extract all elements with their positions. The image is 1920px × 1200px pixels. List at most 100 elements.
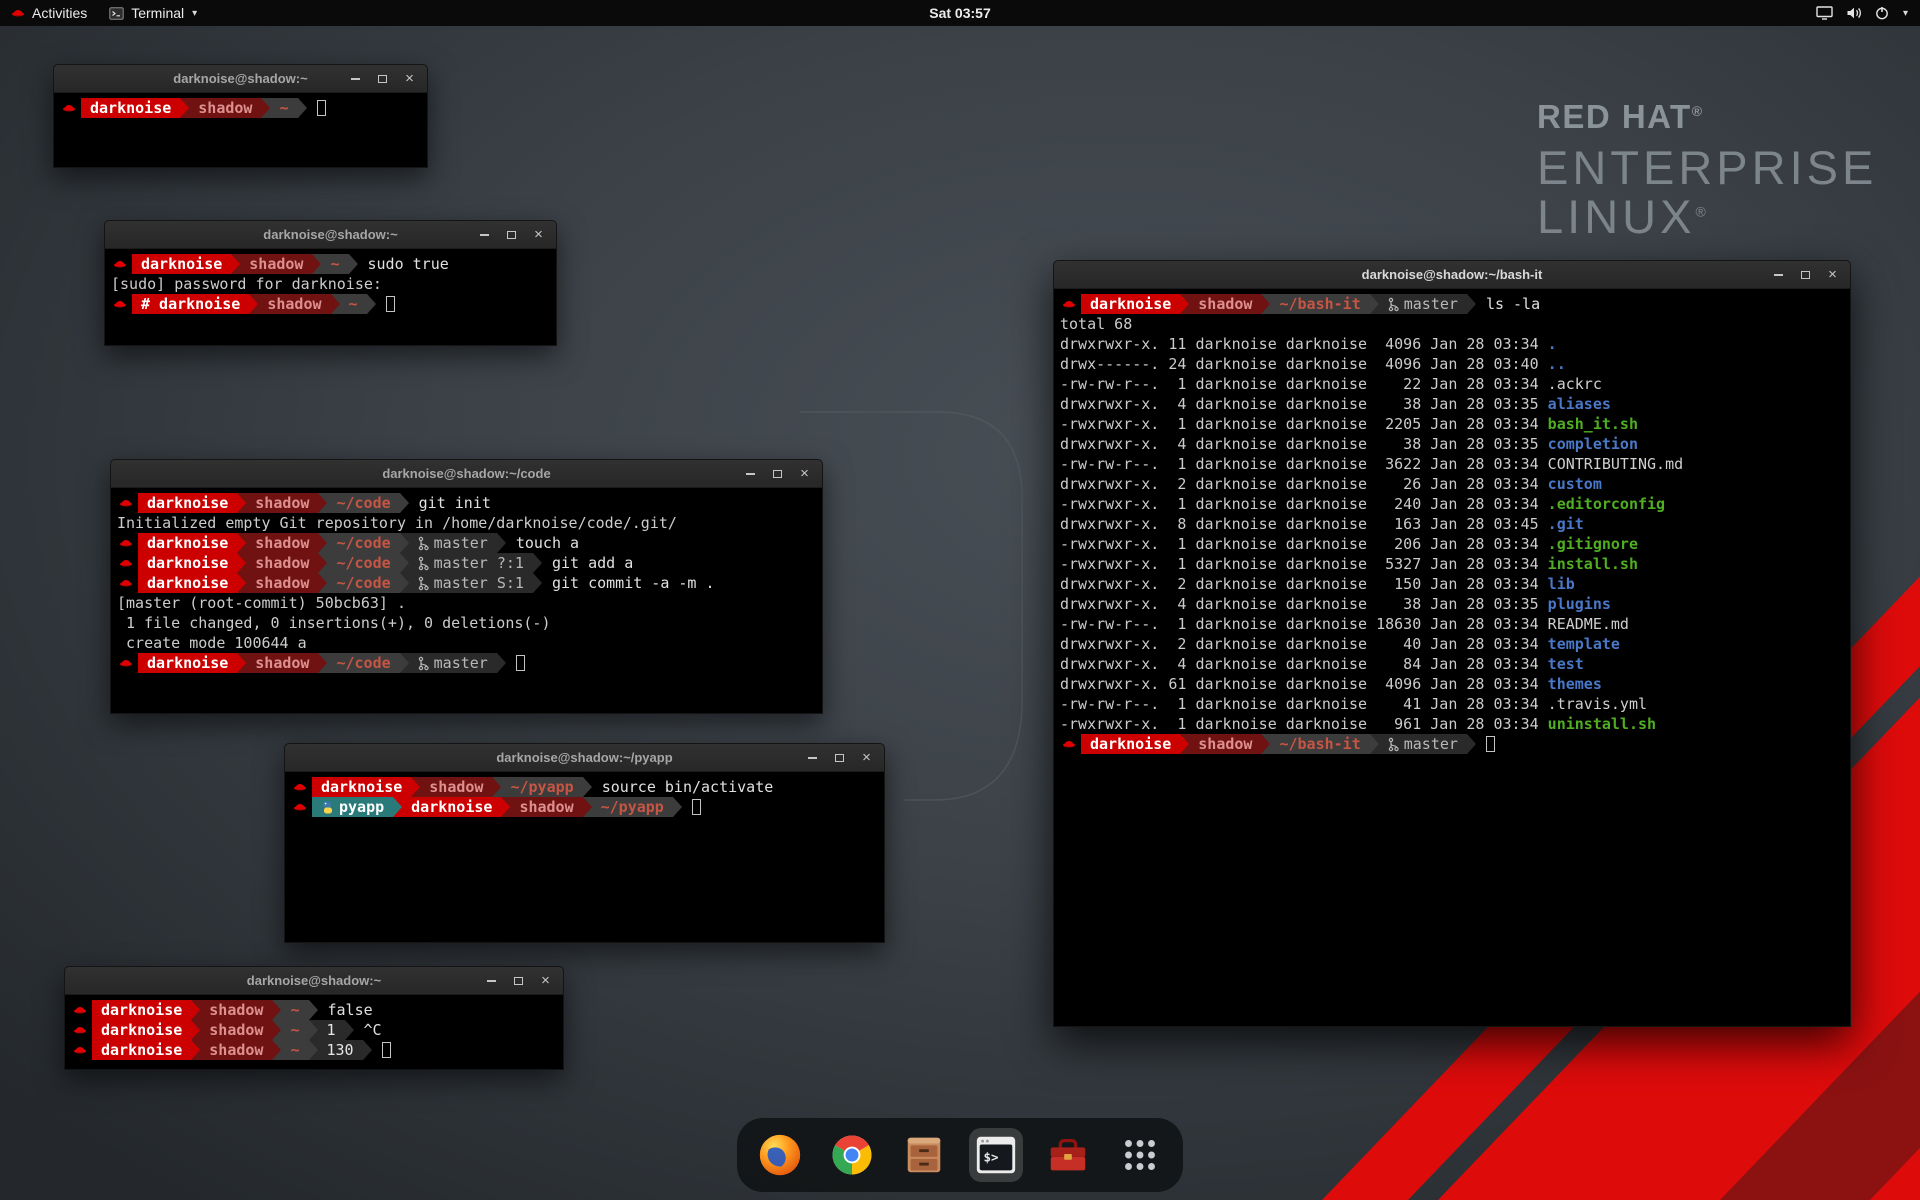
titlebar[interactable]: darknoise@shadow:~× — [65, 967, 563, 995]
window-title: darknoise@shadow:~/code — [111, 466, 822, 481]
terminal-window-term-2[interactable]: darknoise@shadow:~×darknoiseshadow~sudo … — [104, 220, 557, 346]
terminal-content[interactable]: darknoiseshadow~/pyappsource bin/activat… — [285, 772, 884, 942]
window-controls: × — [477, 227, 556, 242]
ls-filename: template — [1548, 635, 1620, 653]
maximize-button[interactable] — [1798, 267, 1813, 282]
terminal-window-term-1[interactable]: darknoise@shadow:~×darknoiseshadow~ — [53, 64, 428, 168]
redhat-icon — [71, 1023, 92, 1037]
terminal-window-term-3[interactable]: darknoise@shadow:~/code×darknoiseshadow~… — [110, 459, 823, 714]
terminal-window-term-4[interactable]: darknoise@shadow:~/pyapp×darknoiseshadow… — [284, 743, 885, 943]
prompt-segment-host: shadow — [510, 797, 582, 817]
prompt-segment-git: master — [1379, 294, 1467, 314]
ls-filename: plugins — [1548, 595, 1611, 613]
powerline-arrow-icon — [673, 797, 682, 817]
minimize-icon — [1774, 274, 1783, 276]
prompt-segment-host: shadow — [246, 653, 318, 673]
powerline-arrow-icon — [309, 1020, 318, 1040]
titlebar[interactable]: darknoise@shadow:~/pyapp× — [285, 744, 884, 772]
maximize-button[interactable] — [375, 71, 390, 86]
terminal-line: -rw-rw-r--. 1 darknoise darknoise 22 Jan… — [1060, 374, 1844, 394]
close-button[interactable]: × — [859, 750, 874, 765]
minimize-button[interactable] — [805, 750, 820, 765]
prompt-segment-git: master ?:1 — [409, 553, 533, 573]
activities-label: Activities — [32, 5, 87, 21]
dock-firefox-icon[interactable] — [753, 1128, 807, 1182]
command-text: sudo true — [368, 255, 449, 273]
terminal-line: drwxrwxr-x. 2 darknoise darknoise 40 Jan… — [1060, 634, 1844, 654]
dock-files-icon[interactable] — [897, 1128, 951, 1182]
minimize-icon — [746, 473, 755, 475]
terminal-line: drwxrwxr-x. 61 darknoise darknoise 4096 … — [1060, 674, 1844, 694]
window-title: darknoise@shadow:~/bash-it — [1054, 267, 1850, 282]
terminal-line: drwxrwxr-x. 4 darknoise darknoise 38 Jan… — [1060, 434, 1844, 454]
close-button[interactable]: × — [402, 71, 417, 86]
redhat-icon — [291, 780, 312, 794]
close-button[interactable]: × — [531, 227, 546, 242]
terminal-window-term-5[interactable]: darknoise@shadow:~×darknoiseshadow~false… — [64, 966, 564, 1070]
prompt-segment-user: darknoise — [92, 1020, 191, 1040]
prompt-segment-host: shadow — [246, 493, 318, 513]
ls-filename: install.sh — [1548, 555, 1638, 573]
terminal-window-term-6[interactable]: darknoise@shadow:~/bash-it×darknoiseshad… — [1053, 260, 1851, 1027]
prompt-segment-user: darknoise — [138, 493, 237, 513]
minimize-button[interactable] — [477, 227, 492, 242]
terminal-cursor — [386, 296, 395, 312]
ls-fields: drwxrwxr-x. 11 darknoise darknoise 4096 … — [1060, 335, 1548, 353]
titlebar[interactable]: darknoise@shadow:~× — [105, 221, 556, 249]
prompt-segment-host: shadow — [240, 254, 312, 274]
minimize-button[interactable] — [348, 71, 363, 86]
terminal-output: total 68 — [1060, 315, 1132, 333]
minimize-button[interactable] — [1771, 267, 1786, 282]
redhat-icon — [71, 1043, 92, 1057]
terminal-line: darknoiseshadow~/bash-itmasterls -la — [1060, 294, 1844, 314]
prompt-segment-path: ~/bash-it — [1270, 734, 1369, 754]
ls-fields: -rwxrwxr-x. 1 darknoise darknoise 206 Ja… — [1060, 535, 1548, 553]
titlebar[interactable]: darknoise@shadow:~× — [54, 65, 427, 93]
titlebar[interactable]: darknoise@shadow:~/code× — [111, 460, 822, 488]
close-button[interactable]: × — [1825, 267, 1840, 282]
maximize-button[interactable] — [504, 227, 519, 242]
ls-fields: drwxrwxr-x. 2 darknoise darknoise 26 Jan… — [1060, 475, 1548, 493]
terminal-output: Initialized empty Git repository in /hom… — [117, 514, 677, 532]
minimize-button[interactable] — [484, 973, 499, 988]
terminal-cursor — [516, 655, 525, 671]
maximize-button[interactable] — [770, 466, 785, 481]
prompt-segment-exit: 1 — [318, 1020, 345, 1040]
ls-fields: -rw-rw-r--. 1 darknoise darknoise 3622 J… — [1060, 455, 1548, 473]
command-text: ^C — [364, 1021, 382, 1039]
prompt-segment-host: shadow — [420, 777, 492, 797]
dock-toolbox-icon[interactable] — [1041, 1128, 1095, 1182]
terminal-content[interactable]: darknoiseshadow~falsedarknoiseshadow~1^C… — [65, 995, 563, 1069]
activities-button[interactable]: Activities — [0, 0, 98, 26]
terminal-content[interactable]: darknoiseshadow~/codegit initInitialized… — [111, 488, 822, 713]
windows-layer: darknoise@shadow:~×darknoiseshadow~darkn… — [0, 0, 1920, 1200]
dock-terminal-icon[interactable]: $> — [969, 1128, 1023, 1182]
close-button[interactable]: × — [538, 973, 553, 988]
maximize-button[interactable] — [511, 973, 526, 988]
terminal-content[interactable]: darknoiseshadow~ — [54, 93, 427, 167]
clock[interactable]: Sat 03:57 — [929, 5, 990, 21]
redhat-icon — [71, 1003, 92, 1017]
maximize-button[interactable] — [832, 750, 847, 765]
redhat-icon — [1060, 297, 1081, 311]
system-status-area[interactable]: ▾ — [1804, 0, 1920, 26]
terminal-content[interactable]: darknoiseshadow~sudo true[sudo] password… — [105, 249, 556, 345]
terminal-cursor — [692, 799, 701, 815]
titlebar[interactable]: darknoise@shadow:~/bash-it× — [1054, 261, 1850, 289]
prompt-segment-user: darknoise — [1081, 294, 1180, 314]
redhat-icon — [111, 257, 132, 271]
dock-chrome-icon[interactable] — [825, 1128, 879, 1182]
prompt-segment-user: darknoise — [138, 573, 237, 593]
close-button[interactable]: × — [797, 466, 812, 481]
ls-fields: drwxrwxr-x. 8 darknoise darknoise 163 Ja… — [1060, 515, 1548, 533]
prompt-segment-user: darknoise — [1081, 734, 1180, 754]
terminal-line: darknoiseshadow~130 — [71, 1040, 557, 1060]
dock-show-applications-icon[interactable] — [1113, 1128, 1167, 1182]
maximize-icon — [514, 977, 523, 985]
minimize-button[interactable] — [743, 466, 758, 481]
desktop[interactable]: RED HAT® ENTERPRISE LINUX® darknoise@sha… — [0, 0, 1920, 1200]
app-menu-terminal[interactable]: Terminal ▾ — [98, 0, 208, 26]
ls-filename: test — [1548, 655, 1584, 673]
terminal-content[interactable]: darknoiseshadow~/bash-itmasterls -latota… — [1054, 289, 1850, 1026]
ls-fields: drwxrwxr-x. 4 darknoise darknoise 38 Jan… — [1060, 435, 1548, 453]
